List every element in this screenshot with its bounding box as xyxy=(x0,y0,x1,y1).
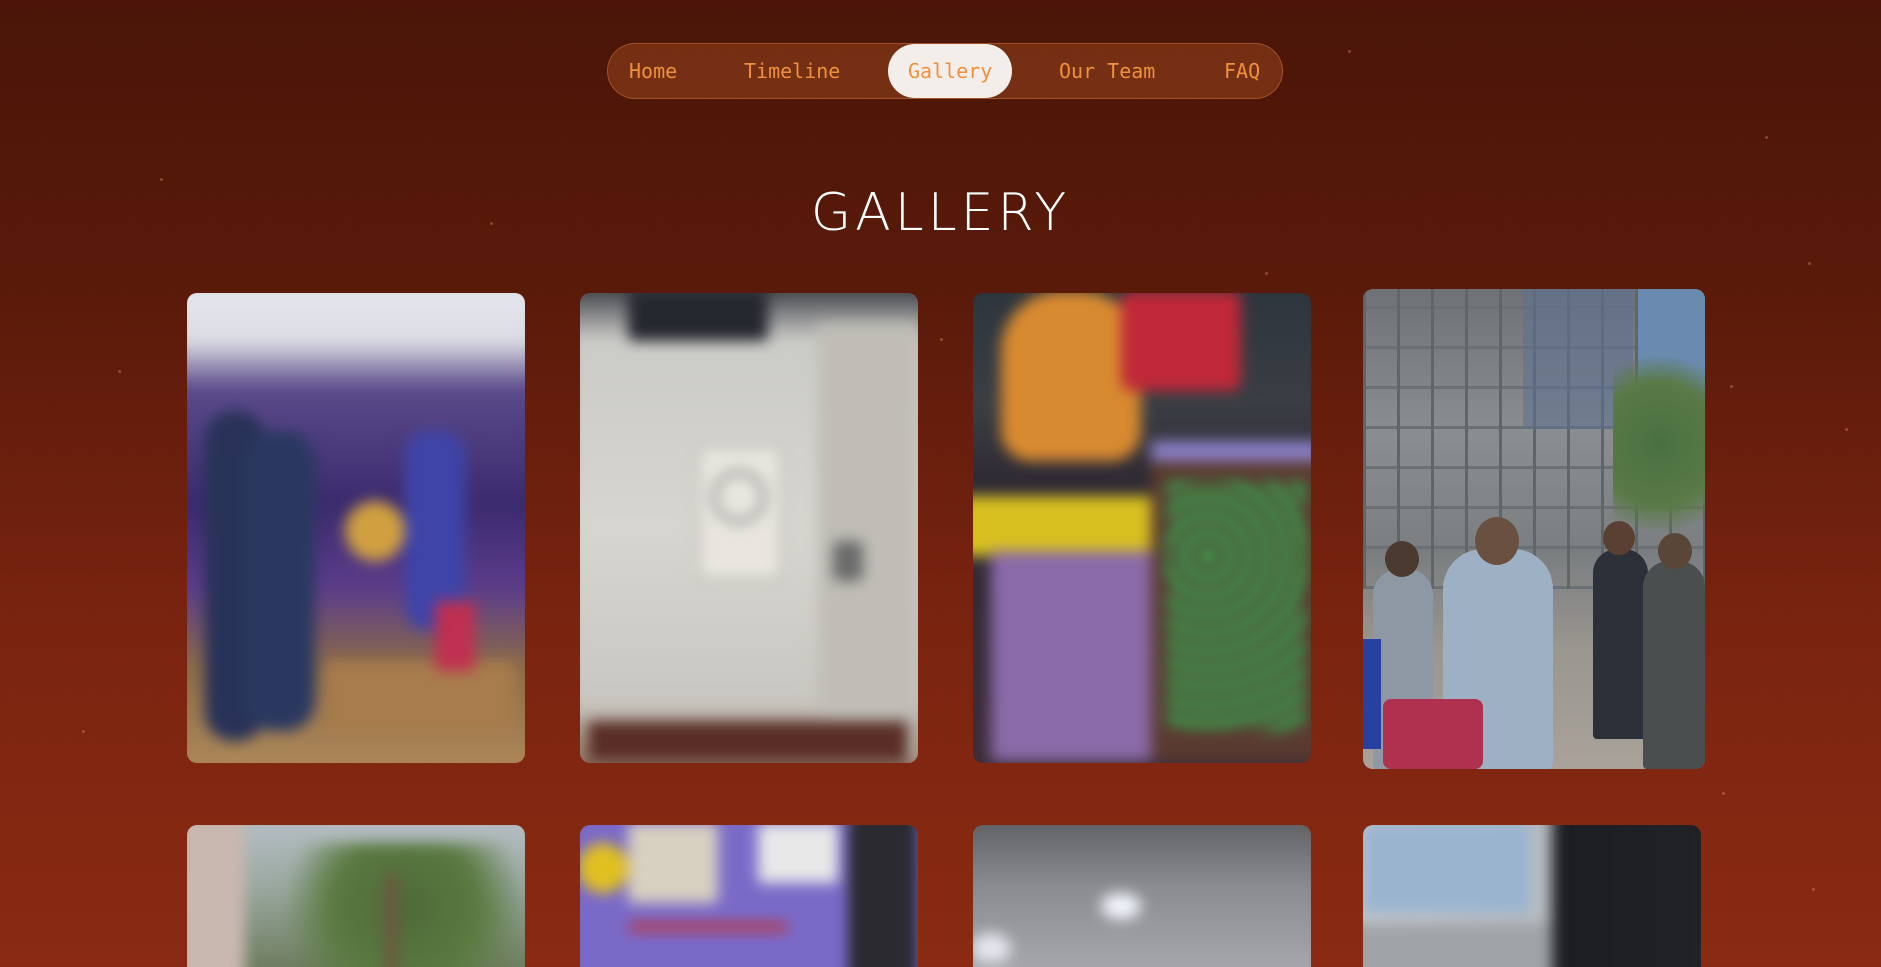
particle xyxy=(1730,385,1733,388)
page-title: GALLERY xyxy=(810,182,1071,243)
gallery-photo-trees-building[interactable] xyxy=(187,825,525,967)
gallery-photo-ceiling-lights[interactable] xyxy=(973,825,1311,967)
particle xyxy=(1808,262,1811,265)
nav-home[interactable]: Home xyxy=(629,59,677,83)
main-nav: Home Timeline Gallery Our Team FAQ xyxy=(607,43,1283,99)
nav-timeline[interactable]: Timeline xyxy=(744,59,840,83)
gallery-photo-laptop[interactable] xyxy=(1363,825,1701,967)
particle xyxy=(1722,792,1725,795)
particle xyxy=(1265,272,1268,275)
particle xyxy=(1845,428,1848,431)
particle xyxy=(1812,888,1815,891)
particle xyxy=(118,370,121,373)
nav-gallery[interactable]: Gallery xyxy=(888,44,1013,98)
gallery-photo-electronics-board[interactable] xyxy=(580,825,918,967)
nav-our-team[interactable]: Our Team xyxy=(1059,59,1155,83)
gallery-photo-project-model[interactable] xyxy=(973,293,1311,763)
particle xyxy=(940,338,943,341)
gallery-photo-group-outside-building[interactable] xyxy=(1363,289,1705,769)
particle xyxy=(1348,50,1351,53)
nav-faq[interactable]: FAQ xyxy=(1224,59,1260,83)
gallery-photo-award-ceremony[interactable] xyxy=(187,293,525,763)
particle xyxy=(82,730,85,733)
particle xyxy=(1765,136,1768,139)
gallery-photo-machine-cabinet[interactable] xyxy=(580,293,918,763)
